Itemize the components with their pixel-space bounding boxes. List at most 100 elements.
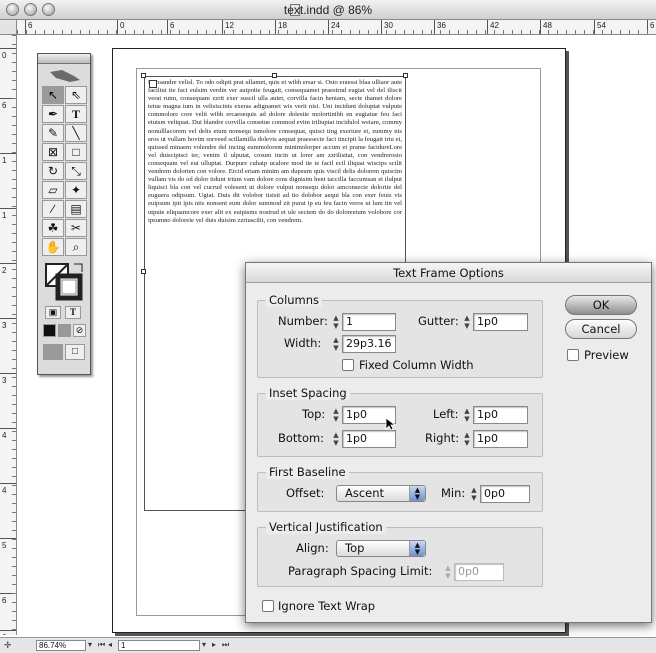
ruler-label: 2: [2, 266, 7, 275]
last-page-icon[interactable]: ⏭: [222, 640, 229, 651]
formatting-container-icon[interactable]: ▣: [45, 306, 61, 319]
gradient-tool-icon[interactable]: ▤: [65, 200, 87, 218]
bottom-stepper-icon[interactable]: ▲ ▼: [331, 431, 341, 447]
fill-stroke-swatch-icon[interactable]: [44, 262, 86, 302]
ruler-origin[interactable]: [0, 20, 17, 35]
frame-handle-top-right[interactable]: [403, 73, 408, 78]
min-stepper-icon[interactable]: ▲ ▼: [469, 486, 479, 502]
first-page-icon[interactable]: ⏮: [98, 640, 105, 651]
previous-page-icon[interactable]: ◂: [108, 640, 112, 651]
tools-panel: ↖ ⇖ ✒ T ✎ ╲ ⊠ □ ↻ ⤡ ▱ ✦ ∕ ▤ ☘ ✂ ✋ ⌕ ▣ T …: [37, 53, 91, 375]
pen-tool-icon[interactable]: ✒: [42, 105, 64, 123]
zoom-level-field[interactable]: 86.74%: [36, 640, 86, 651]
left-stepper-icon[interactable]: ▲ ▼: [462, 407, 472, 423]
ruler-minor-tick: [12, 422, 16, 423]
ruler-minor-tick: [89, 30, 90, 34]
preview-mode-icon[interactable]: □: [65, 344, 85, 360]
ruler-minor-tick: [521, 30, 522, 34]
ok-button[interactable]: OK: [565, 295, 637, 315]
width-stepper-icon[interactable]: ▲ ▼: [331, 336, 341, 352]
apply-none-icon[interactable]: ⊘: [73, 324, 86, 337]
width-field[interactable]: 29p3.16: [342, 335, 396, 353]
horizontal-ruler[interactable]: 6 0 6 12 18 24 30 36 42 48 54 6: [17, 20, 656, 35]
paragraph-spacing-stepper-icon[interactable]: ▲ ▼: [443, 564, 453, 580]
zoom-tool-icon[interactable]: ⌕: [65, 238, 87, 256]
scale-tool-icon[interactable]: ⤡: [65, 162, 87, 180]
gutter-label: Gutter:: [418, 314, 459, 328]
gutter-field[interactable]: 1p0: [473, 313, 528, 331]
offset-popup-value: Ascent: [345, 486, 385, 500]
cancel-button[interactable]: Cancel: [565, 319, 637, 339]
paragraph-spacing-limit-field[interactable]: 0p0: [454, 563, 504, 581]
frame-handle-top-left[interactable]: [141, 73, 146, 78]
line-tool-icon[interactable]: ╲: [65, 124, 87, 142]
frame-handle-middle-left[interactable]: [141, 269, 146, 274]
ruler-guide-icon[interactable]: ✛: [4, 640, 12, 651]
ruler-minor-tick: [12, 206, 16, 207]
ruler-minor-tick: [170, 30, 171, 34]
normal-view-mode-icon[interactable]: [43, 344, 63, 360]
ruler-minor-tick: [12, 71, 16, 72]
offset-popup[interactable]: Ascent ▲ ▼: [336, 485, 426, 502]
direct-selection-tool-icon[interactable]: ⇖: [65, 86, 87, 104]
type-tool-icon[interactable]: T: [65, 105, 87, 123]
next-page-icon[interactable]: ▸: [212, 640, 216, 651]
ruler-minor-tick: [323, 30, 324, 34]
page-menu-arrow-icon[interactable]: ▾: [202, 640, 206, 651]
ruler-minor-tick: [12, 233, 16, 234]
min-field[interactable]: 0p0: [480, 485, 530, 503]
right-stepper-icon[interactable]: ▲ ▼: [462, 431, 472, 447]
ruler-minor-tick: [12, 179, 16, 180]
gutter-stepper-icon[interactable]: ▲ ▼: [462, 314, 472, 330]
ruler-minor-tick: [440, 30, 441, 34]
ruler-label: 6: [170, 21, 175, 30]
number-stepper-icon[interactable]: ▲ ▼: [331, 314, 341, 330]
pencil-tool-icon[interactable]: ✎: [42, 124, 64, 142]
ruler-minor-tick: [593, 30, 594, 34]
ruler-minor-tick: [332, 30, 333, 34]
eyedropper-tool-icon[interactable]: ∕: [42, 200, 64, 218]
page-number-field[interactable]: 1: [118, 640, 200, 651]
scissors-tool-icon[interactable]: ✂: [65, 219, 87, 237]
rectangle-tool-icon[interactable]: □: [65, 143, 87, 161]
ruler-label: 0: [2, 51, 7, 60]
ruler-minor-tick: [12, 575, 16, 576]
chevron-updown-icon: ▲ ▼: [409, 486, 425, 501]
in-port-icon[interactable]: [149, 80, 157, 88]
ruler-minor-tick: [12, 368, 16, 369]
top-stepper-icon[interactable]: ▲ ▼: [331, 407, 341, 423]
ruler-label: 30: [384, 21, 393, 30]
fixed-column-width-checkbox[interactable]: [342, 359, 354, 371]
inset-right-field[interactable]: 1p0: [473, 430, 528, 448]
formatting-text-icon[interactable]: T: [65, 306, 81, 319]
rectangle-frame-tool-icon[interactable]: ⊠: [42, 143, 64, 161]
ruler-minor-tick: [188, 30, 189, 34]
button-tool-icon[interactable]: ☘: [42, 219, 64, 237]
tools-panel-titlebar[interactable]: [38, 54, 90, 64]
columns-group: Columns Number: ▲ ▼ 1 Gutter: ▲ ▼ 1p0 Widt…: [257, 293, 543, 378]
zoom-menu-arrow-icon[interactable]: ▾: [88, 640, 92, 651]
mouse-pointer-icon: [385, 417, 395, 431]
rotate-tool-icon[interactable]: ↻: [42, 162, 64, 180]
inset-left-field[interactable]: 1p0: [473, 406, 528, 424]
free-transform-tool-icon[interactable]: ✦: [65, 181, 87, 199]
number-label: Number:: [278, 314, 328, 328]
number-field[interactable]: 1: [342, 313, 396, 331]
ruler-minor-tick: [503, 30, 504, 34]
indesign-logo-icon: [50, 70, 80, 82]
vertical-justification-group: Vertical Justification Align: Top ▲ ▼ Par…: [257, 520, 543, 587]
align-popup[interactable]: Top ▲ ▼: [336, 540, 426, 557]
ignore-text-wrap-checkbox[interactable]: [262, 600, 274, 612]
apply-color-icon[interactable]: [43, 324, 56, 337]
frame-handle-top-center[interactable]: [272, 73, 277, 78]
inset-bottom-field[interactable]: 1p0: [342, 430, 396, 448]
apply-gradient-icon[interactable]: [58, 324, 71, 337]
ruler-major-tick: [328, 20, 329, 34]
vertical-ruler[interactable]: 0 6 1 1 2 3 3 4 4 5 6 6: [0, 35, 17, 635]
shear-tool-icon[interactable]: ▱: [42, 181, 64, 199]
ruler-minor-tick: [12, 215, 16, 216]
selection-tool-icon[interactable]: ↖: [42, 86, 64, 104]
ruler-minor-tick: [12, 593, 16, 594]
hand-tool-icon[interactable]: ✋: [42, 238, 64, 256]
preview-checkbox[interactable]: [567, 349, 579, 361]
